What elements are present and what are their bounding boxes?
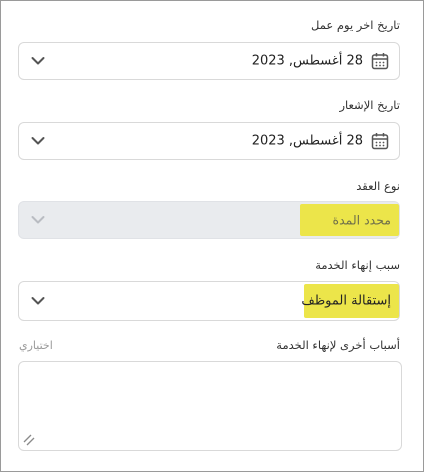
other-reasons-label: أسباب أخرى لإنهاء الخدمة xyxy=(276,338,400,352)
contract-type-highlight: محدد المدة xyxy=(300,204,399,236)
chevron-down-icon xyxy=(31,57,45,65)
contract-type-select: محدد المدة xyxy=(18,201,400,239)
last-work-day-picker[interactable]: 28 أغسطس, 2023 xyxy=(18,42,400,80)
optional-label: اختياري xyxy=(19,339,53,352)
last-work-day-value: 28 أغسطس, 2023 xyxy=(251,53,363,69)
termination-reason-label: سبب إنهاء الخدمة xyxy=(315,258,400,272)
chevron-down-icon xyxy=(31,137,45,145)
other-reasons-textarea[interactable] xyxy=(18,361,402,451)
termination-reason-select[interactable]: إستقالة الموظف xyxy=(18,281,400,321)
chevron-down-icon xyxy=(31,297,45,305)
notice-date-value: 28 أغسطس, 2023 xyxy=(251,133,363,149)
resize-grip-icon[interactable] xyxy=(23,434,35,446)
contract-type-value: محدد المدة xyxy=(332,212,391,228)
notice-date-picker[interactable]: 28 أغسطس, 2023 xyxy=(18,122,400,160)
chevron-down-icon xyxy=(31,216,45,224)
notice-date-label: تاريخ الإشعار xyxy=(339,98,400,112)
form-panel: تاريخ اخر يوم عمل 28 أغسطس, 2023 تاريخ ا… xyxy=(0,0,424,472)
contract-type-label: نوع العقد xyxy=(356,179,400,193)
calendar-icon xyxy=(371,53,389,70)
termination-reason-value: إستقالة الموظف xyxy=(301,293,391,309)
calendar-icon xyxy=(371,133,389,150)
termination-reason-highlight: إستقالة الموظف xyxy=(301,284,399,318)
last-work-day-label: تاريخ اخر يوم عمل xyxy=(311,18,400,32)
